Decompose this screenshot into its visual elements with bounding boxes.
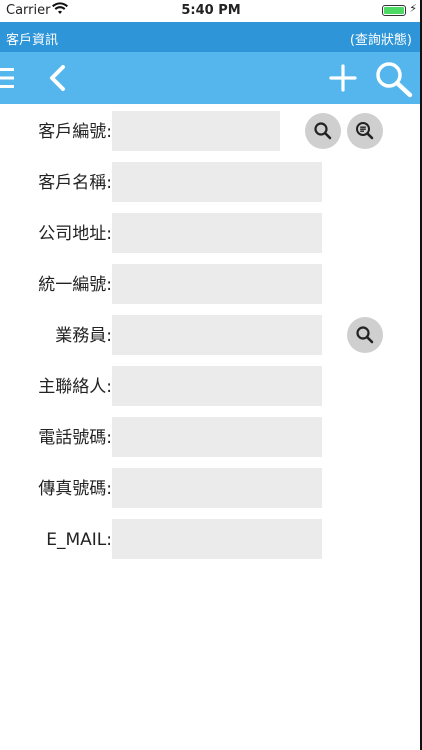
- email-field[interactable]: [112, 519, 322, 559]
- salesperson-label: 業務員:: [55, 326, 112, 346]
- phone-field[interactable]: [112, 417, 322, 457]
- back-button[interactable]: [46, 64, 70, 92]
- back-icon: [50, 65, 65, 91]
- menu-icon: [0, 68, 14, 88]
- battery-fill: [384, 7, 404, 14]
- battery-icon: [382, 5, 406, 16]
- search-button[interactable]: [374, 60, 414, 98]
- tax-id-field[interactable]: [112, 264, 322, 304]
- fax-field[interactable]: [112, 468, 322, 508]
- title-bar: 客戶資訊 (查詢狀態): [0, 22, 422, 52]
- main-contact-field[interactable]: [112, 366, 322, 406]
- fax-row: 傳真號碼:: [0, 468, 422, 510]
- charging-icon: ⚡: [409, 2, 417, 15]
- main-contact-row: 主聯絡人:: [0, 366, 422, 408]
- customer-name-field[interactable]: [112, 162, 322, 202]
- customer-name-row: 客戶名稱:: [0, 162, 422, 204]
- toolbar: [0, 52, 422, 104]
- tax-id-row: 統一編號:: [0, 264, 422, 306]
- main-contact-label: 主聯絡人:: [38, 377, 112, 397]
- clock: 5:40 PM: [181, 3, 241, 18]
- add-button[interactable]: [329, 64, 357, 92]
- company-address-field[interactable]: [112, 213, 322, 253]
- email-row: E_MAIL:: [0, 519, 422, 561]
- company-address-label: 公司地址:: [38, 224, 112, 244]
- tax-id-label: 統一編號:: [38, 275, 112, 295]
- fax-label: 傳真號碼:: [38, 479, 112, 499]
- page-title: 客戶資訊: [6, 33, 59, 48]
- company-address-row: 公司地址:: [0, 213, 422, 255]
- customer-id-label: 客戶編號:: [38, 122, 112, 142]
- phone-row: 電話號碼:: [0, 417, 422, 459]
- salesperson-field[interactable]: [112, 315, 322, 355]
- customer-search-button[interactable]: [305, 113, 341, 149]
- menu-button[interactable]: [0, 65, 18, 91]
- customer-query-button[interactable]: [347, 113, 383, 149]
- salesperson-row: 業務員:: [0, 315, 422, 357]
- search-list-icon: [356, 122, 374, 140]
- phone-label: 電話號碼:: [38, 428, 112, 448]
- email-label: E_MAIL:: [46, 530, 112, 550]
- customer-id-row: 客戶編號:: [0, 111, 422, 153]
- search-icon: [314, 122, 332, 140]
- mode-indicator: (查詢狀態): [349, 33, 412, 48]
- search-icon: [376, 62, 413, 98]
- customer-name-label: 客戶名稱:: [38, 173, 112, 193]
- salesperson-search-button[interactable]: [347, 317, 383, 353]
- customer-id-field[interactable]: [112, 111, 280, 151]
- status-bar: Carrier 5:40 PM ⚡: [0, 0, 422, 22]
- search-icon: [356, 326, 374, 344]
- add-icon: [329, 64, 357, 92]
